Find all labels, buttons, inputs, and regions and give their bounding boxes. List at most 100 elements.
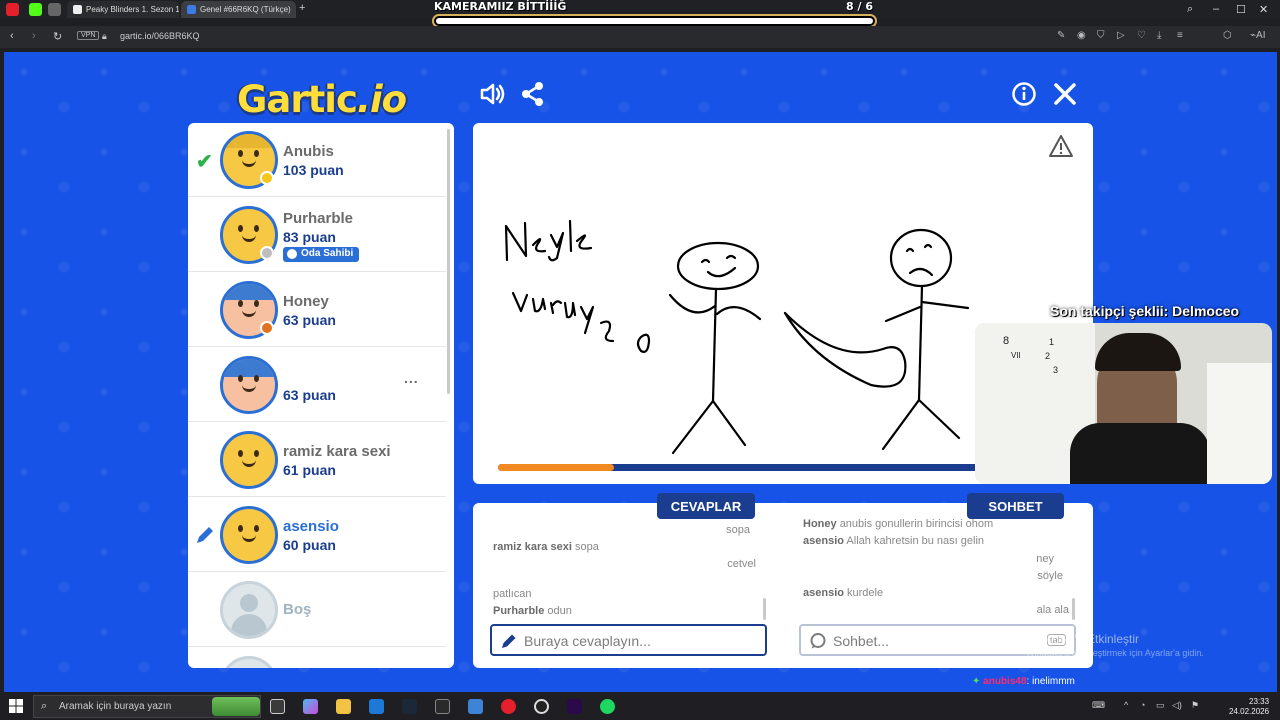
extension-icon[interactable] [48, 3, 61, 16]
stream-chat-line: ✦ anubis48: inelimmm [972, 676, 1075, 687]
search-icon: ⌕ [41, 700, 48, 712]
answer-item: Purharble odun [493, 605, 572, 617]
status-dot [260, 171, 274, 185]
steam-icon[interactable] [402, 699, 417, 714]
share-icon[interactable] [519, 80, 547, 108]
menu-icon[interactable]: ≡ [1177, 30, 1183, 41]
player-row[interactable]: Honey 63 puan [188, 273, 446, 347]
answers-scrollbar[interactable] [763, 598, 766, 620]
empty-avatar-icon [220, 581, 278, 639]
pencil-icon [502, 634, 516, 648]
app-icon[interactable] [468, 699, 483, 714]
player-row[interactable]: asensio 60 puan [188, 498, 446, 572]
url-field[interactable]: gartic.io/066BR6KQ [120, 31, 200, 41]
download-icon[interactable]: ⤓ [1157, 30, 1161, 41]
window [1207, 363, 1272, 484]
player-name: Anubis [283, 143, 334, 160]
copilot-icon[interactable] [303, 699, 318, 714]
spotify-icon[interactable] [600, 699, 615, 714]
answer-placeholder: Buraya cevaplayın... [524, 633, 651, 649]
reload-icon[interactable]: ↻ [53, 30, 62, 43]
stream-progress-fill [436, 18, 873, 24]
edit-icon[interactable]: ✎ [1057, 30, 1065, 41]
player-row[interactable]: 63 puan ... [188, 348, 446, 422]
back-icon[interactable]: ‹ [10, 30, 14, 42]
speaker-icon[interactable]: ◁) [1172, 700, 1182, 711]
stream-chat-message: : inelimmm [1026, 676, 1075, 687]
logo-text: Gartic [237, 78, 358, 121]
report-warning-icon[interactable] [1048, 134, 1074, 158]
close-icon[interactable] [1051, 80, 1079, 108]
player-score: 63 puan [283, 312, 336, 328]
network-icon[interactable]: ◔ [1140, 700, 1145, 710]
player-score: 103 puan [283, 162, 344, 178]
premiere-icon[interactable] [567, 699, 582, 714]
task-view-icon[interactable] [270, 699, 285, 714]
mail-icon[interactable] [369, 699, 384, 714]
info-icon[interactable] [1010, 80, 1038, 108]
tray-chevron-icon[interactable]: ^ [1124, 700, 1128, 710]
vpn-badge[interactable]: VPN [77, 31, 100, 40]
player-list-scrollbar[interactable] [447, 129, 450, 394]
notification-icon[interactable]: ⚑ [1191, 700, 1199, 711]
tab-chat[interactable]: SOHBET [967, 493, 1064, 519]
shield-icon[interactable]: ⛉ [1097, 30, 1105, 41]
kick-icon[interactable] [29, 3, 42, 16]
player-name: Purharble [283, 210, 354, 227]
taskbar-search-input[interactable]: ⌕ Aramak için buraya yazın [33, 695, 261, 718]
play-icon[interactable]: ▷ [1117, 30, 1125, 41]
check-icon: ✔ [196, 151, 213, 173]
chat-scrollbar[interactable] [1072, 598, 1075, 620]
player-row[interactable]: Purharble 83 puan Oda Sahibi [188, 198, 446, 272]
obs-icon[interactable] [534, 699, 549, 714]
sound-icon[interactable] [478, 80, 506, 108]
clock-date: 24.02.2026 [1229, 707, 1270, 716]
room-owner-badge: Oda Sahibi [283, 247, 360, 262]
more-options-icon[interactable]: ... [404, 370, 419, 386]
display-icon[interactable]: ▭ [1156, 700, 1165, 711]
streamer-webcam: 8 VII 1 2 3 [975, 323, 1272, 484]
cube-icon[interactable]: ⬡ [1223, 30, 1232, 41]
status-dot [260, 321, 274, 335]
camera-icon[interactable]: ◉ [1077, 30, 1086, 41]
empty-avatar-icon [220, 656, 278, 668]
forward-icon[interactable]: › [32, 30, 36, 42]
answer-input[interactable]: Buraya cevaplayın... [490, 624, 767, 656]
lock-icon[interactable]: 🔒︎ [102, 31, 107, 42]
streamer-body [1070, 423, 1210, 484]
windows-start-icon[interactable] [9, 699, 23, 713]
close-window-icon[interactable]: ✕ [1259, 3, 1268, 16]
chat-message: Honey anubis gonullerin birincisi ohom [803, 518, 994, 530]
chat-message: ala ala [1036, 604, 1069, 616]
gartic-logo: Gartic.io [237, 78, 407, 121]
tab-favicon-icon [187, 5, 196, 14]
opera-icon[interactable] [501, 699, 516, 714]
maximize-icon[interactable]: ☐ [1236, 3, 1246, 16]
avatar [220, 431, 278, 489]
player-row[interactable]: ramiz kara sexi 61 puan [188, 423, 446, 497]
player-row-empty [188, 648, 446, 668]
player-name: Honey [283, 293, 329, 310]
latest-follower-text: Son takipçi şeklii: Delmoceo [1050, 303, 1240, 319]
ai-icon[interactable]: ⌁AI [1250, 30, 1265, 41]
keyboard-icon[interactable]: ⌨ [1092, 700, 1105, 711]
opera-logo-icon[interactable] [6, 3, 19, 16]
stream-title: KAMERAMIIZ BİTTİİİĞ [434, 0, 567, 13]
tab-answers[interactable]: CEVAPLAR [657, 493, 755, 519]
player-score: 61 puan [283, 462, 336, 478]
player-row[interactable]: ✔ Anubis 103 puan [188, 123, 446, 197]
plus-icon[interactable]: + [299, 2, 305, 14]
heart-icon[interactable]: ♡ [1137, 30, 1146, 41]
clock-time: 23:33 [1249, 697, 1270, 706]
tab-peaky-blinders[interactable]: Peaky Blinders 1. Sezon 1. [67, 1, 179, 18]
file-explorer-icon[interactable] [336, 699, 351, 714]
search-icon[interactable]: ⌕ [1187, 3, 1193, 16]
taskbar-search-placeholder: Aramak için buraya yazın [59, 701, 172, 712]
minimize-icon[interactable]: – [1213, 3, 1219, 15]
stream-count: 8 / 6 [846, 0, 873, 13]
tab-title: Peaky Blinders 1. Sezon 1. [86, 5, 179, 14]
tab-gartic[interactable]: Genel #66R6KQ (Türkçe) [181, 1, 296, 18]
player-score: 63 puan [283, 387, 336, 403]
epic-games-icon[interactable] [435, 699, 450, 714]
taskbar-clock[interactable]: 23:33 24.02.2026 [1229, 697, 1269, 717]
